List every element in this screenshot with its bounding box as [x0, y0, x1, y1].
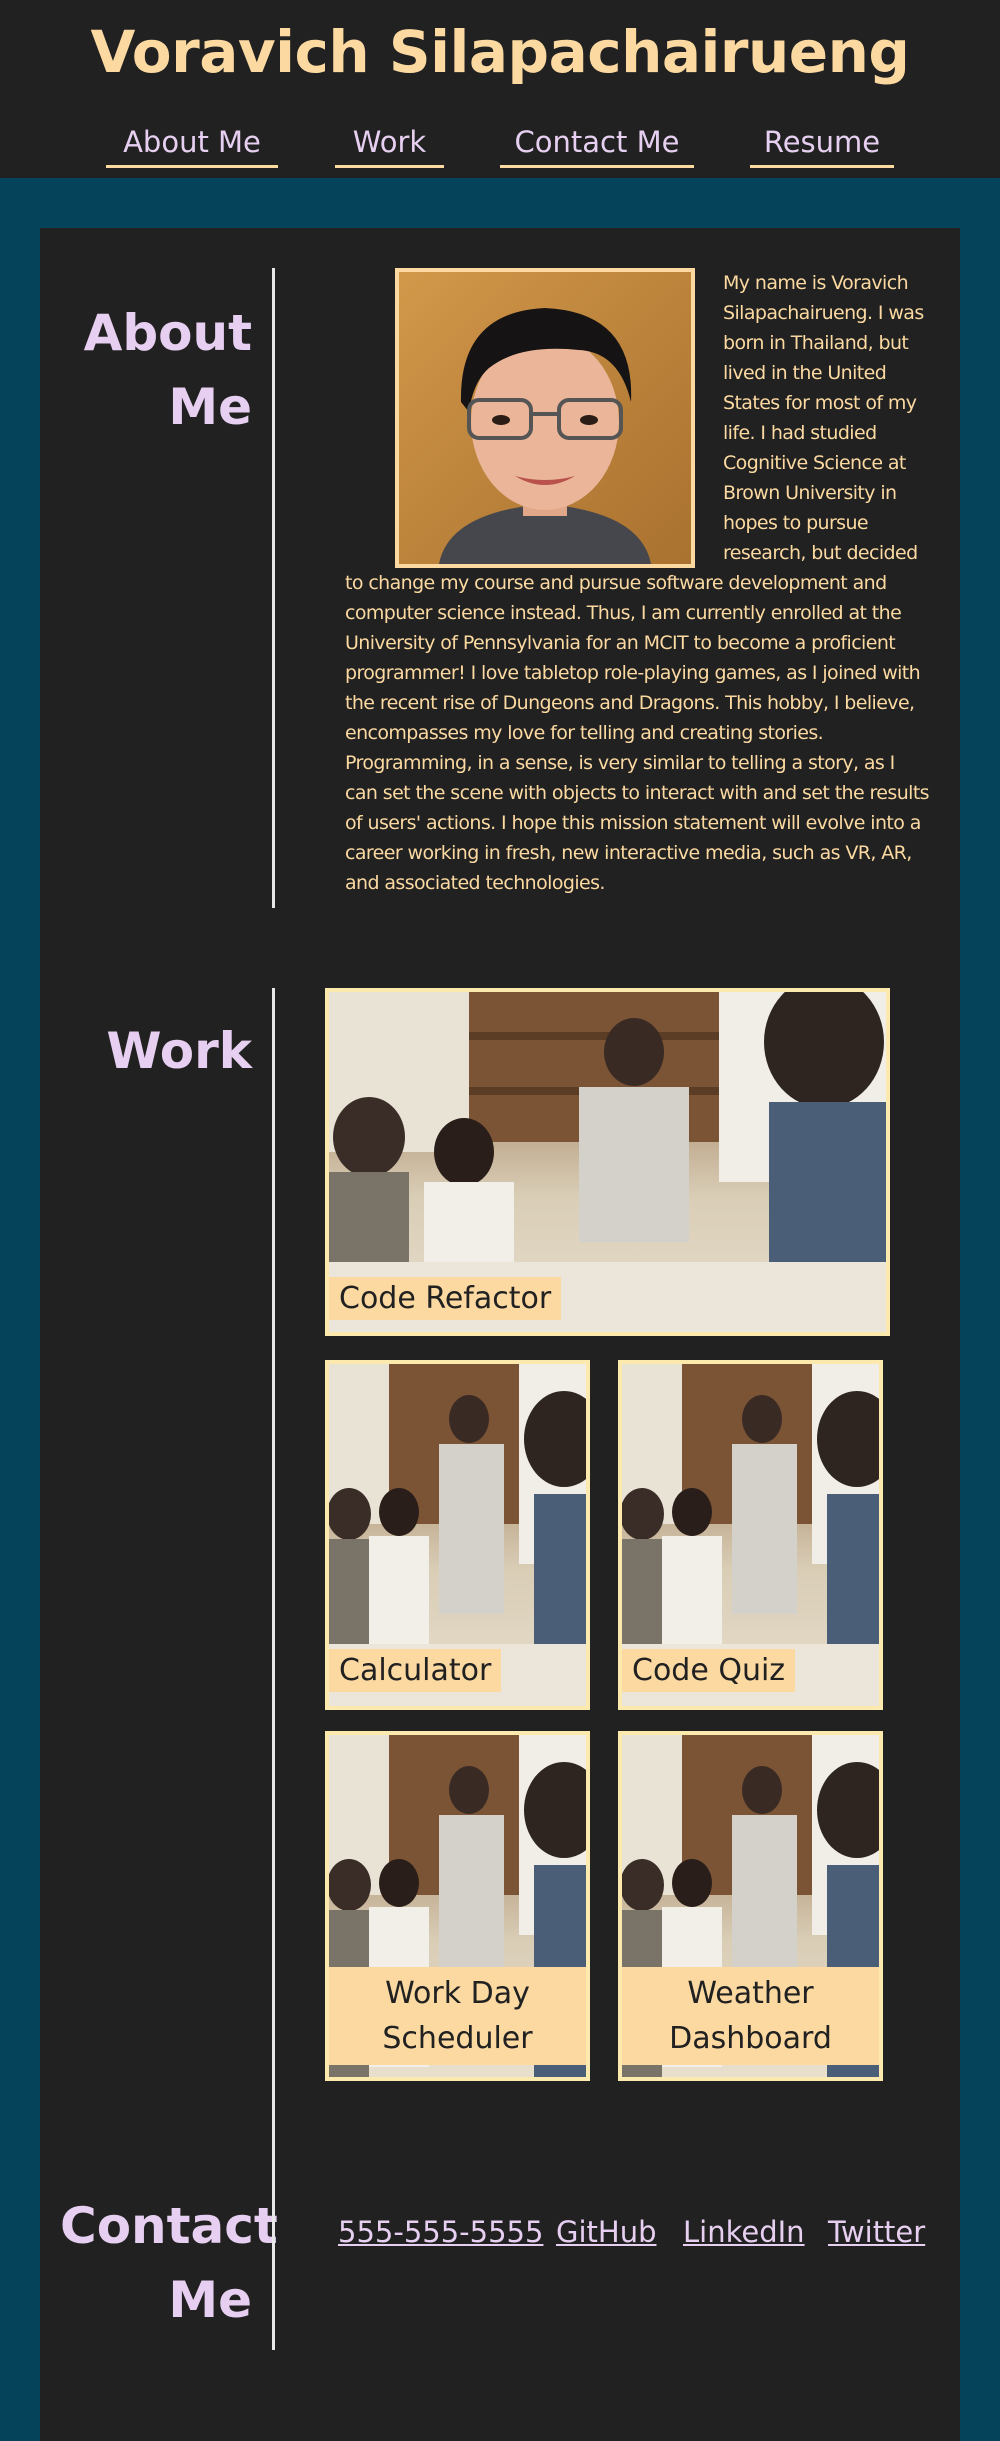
- project-card-work-day-scheduler[interactable]: Work Day Scheduler: [325, 1731, 590, 2081]
- portrait-illustration: [399, 272, 691, 564]
- site-header: Voravich Silapachairueng About Me Work C…: [0, 0, 1000, 178]
- work-divider: [272, 988, 275, 2310]
- contact-linkedin-link[interactable]: LinkedIn: [683, 2215, 805, 2249]
- project-label: Work Day Scheduler: [329, 1967, 586, 2065]
- nav-work[interactable]: Work: [335, 124, 444, 168]
- project-card-calculator[interactable]: Calculator: [325, 1360, 590, 1710]
- project-label: Code Refactor: [329, 1277, 562, 1320]
- contact-github-link[interactable]: GitHub: [556, 2215, 657, 2249]
- contact-divider: [272, 2160, 275, 2350]
- nav-about-me[interactable]: About Me: [106, 124, 278, 168]
- site-title: Voravich Silapachairueng: [90, 18, 910, 86]
- contact-phone-link[interactable]: 555-555-5555: [338, 2215, 543, 2249]
- portrait-image: [395, 268, 695, 568]
- work-heading: Work: [106, 1022, 252, 1080]
- about-section: My name is Voravich Silapachairueng. I w…: [345, 268, 930, 898]
- main-content: About Me My name is Voravich Silapachair…: [40, 228, 960, 2441]
- about-divider: [272, 268, 275, 908]
- nav-resume[interactable]: Resume: [750, 124, 894, 168]
- contact-twitter-link[interactable]: Twitter: [828, 2215, 925, 2249]
- contact-heading: Contact Me: [60, 2197, 278, 2329]
- project-card-code-quiz[interactable]: Code Quiz: [618, 1360, 883, 1710]
- nav-contact-me[interactable]: Contact Me: [500, 124, 694, 168]
- project-card-code-refactor[interactable]: Code Refactor: [325, 988, 890, 1336]
- project-label: Code Quiz: [622, 1649, 796, 1692]
- about-heading: About Me: [83, 304, 252, 436]
- project-label: Calculator: [329, 1649, 502, 1692]
- project-label: Weather Dashboard: [622, 1967, 879, 2065]
- project-card-weather-dashboard[interactable]: Weather Dashboard: [618, 1731, 883, 2081]
